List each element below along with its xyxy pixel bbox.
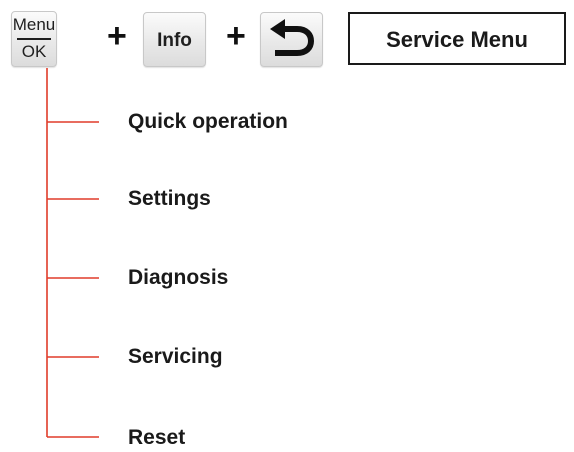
menu-item-servicing[interactable]: Servicing <box>128 345 223 369</box>
menu-item-settings[interactable]: Settings <box>128 187 211 211</box>
menu-item-quick-operation[interactable]: Quick operation <box>128 110 288 134</box>
menu-item-reset[interactable]: Reset <box>128 426 185 450</box>
menu-tree-connector <box>46 68 99 438</box>
menu-item-diagnosis[interactable]: Diagnosis <box>128 266 228 290</box>
